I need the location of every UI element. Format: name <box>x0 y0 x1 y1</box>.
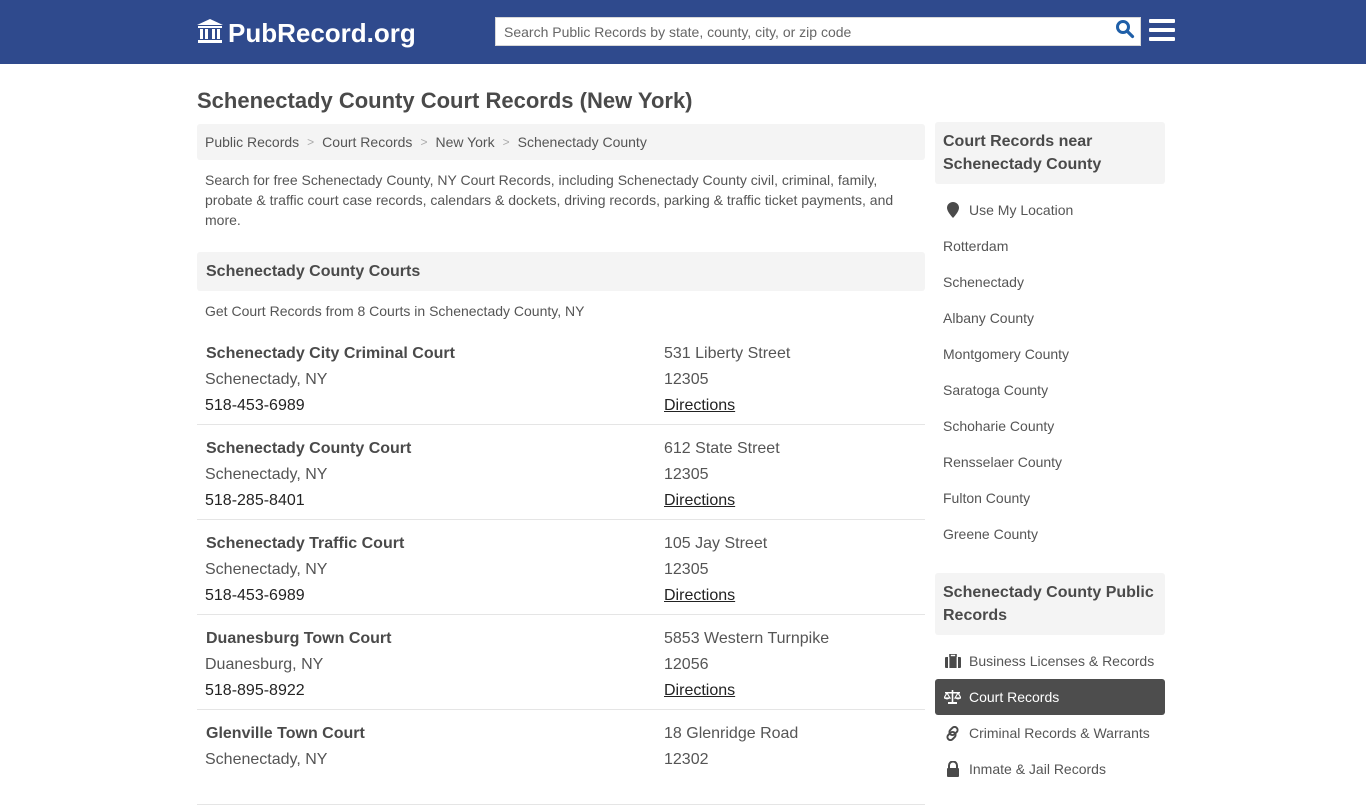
court-name: Schenectady Traffic Court <box>206 535 405 552</box>
court-zip: 12056 <box>664 656 709 673</box>
main-content: Public Records > Court Records > New Yor… <box>197 124 925 805</box>
nearby-link[interactable]: Montgomery County <box>935 336 1165 372</box>
court-records-label: Court Records <box>969 689 1060 705</box>
scale-icon <box>944 689 961 705</box>
inmate-jail-records-label: Inmate & Jail Records <box>969 761 1106 777</box>
court-name: Schenectady City Criminal Court <box>206 345 455 362</box>
hamburger-menu-button[interactable] <box>1149 19 1176 43</box>
breadcrumb-schenectady-county[interactable]: Schenectady County <box>518 134 647 150</box>
directions-link[interactable]: Directions <box>664 492 735 509</box>
breadcrumb-new-york[interactable]: New York <box>435 134 494 150</box>
directions-link[interactable]: Directions <box>664 587 735 604</box>
court-street: 18 Glenridge Road <box>664 725 799 742</box>
breadcrumb-public-records[interactable]: Public Records <box>205 134 299 150</box>
search-icon <box>1115 19 1135 44</box>
courthouse-icon <box>196 18 228 49</box>
breadcrumb-separator: > <box>502 135 510 149</box>
intro-text: Search for free Schenectady County, NY C… <box>205 172 894 228</box>
court-street: 531 Liberty Street <box>664 345 791 362</box>
court-item: Glenville Town Court Schenectady, NY 18 … <box>197 710 925 805</box>
court-city: Schenectady, NY <box>205 466 328 483</box>
court-street: 5853 Western Turnpike <box>664 630 830 647</box>
nearby-link[interactable]: Rotterdam <box>935 228 1165 264</box>
search-input[interactable] <box>496 18 1110 45</box>
court-city: Schenectady, NY <box>205 561 328 578</box>
public-records-list: Business Licenses & Records Court Record… <box>935 643 1165 787</box>
link-icon <box>944 725 961 741</box>
nearby-link[interactable]: Schenectady <box>935 264 1165 300</box>
briefcase-icon <box>944 653 961 669</box>
court-city: Schenectady, NY <box>205 751 328 768</box>
nearby-heading: Court Records near Schenectady County <box>935 122 1165 184</box>
court-street: 105 Jay Street <box>664 535 768 552</box>
breadcrumb-court-records[interactable]: Court Records <box>322 134 412 150</box>
page-title: Schenectady County Court Records (New Yo… <box>197 88 693 113</box>
nearby-link[interactable]: Schoharie County <box>935 408 1165 444</box>
court-name: Duanesburg Town Court <box>206 630 392 647</box>
court-records-link[interactable]: Court Records <box>935 679 1165 715</box>
inmate-jail-records-link[interactable]: Inmate & Jail Records <box>935 751 1165 787</box>
directions-link[interactable]: Directions <box>664 397 735 414</box>
court-item: Schenectady Traffic Court Schenectady, N… <box>197 520 925 615</box>
public-records-heading: Schenectady County Public Records <box>935 573 1165 635</box>
court-name: Glenville Town Court <box>206 725 365 742</box>
menu-bar <box>1149 19 1175 23</box>
court-phone[interactable]: 518-453-6989 <box>205 583 664 609</box>
directions-link[interactable]: Directions <box>664 682 735 699</box>
top-navbar: PubRecord.org <box>0 0 1366 64</box>
business-licenses-label: Business Licenses & Records <box>969 653 1155 669</box>
courts-section-subheading: Get Court Records from 8 Courts in Schen… <box>205 303 585 319</box>
nearby-link[interactable]: Albany County <box>935 300 1165 336</box>
court-zip: 12305 <box>664 466 709 483</box>
nearby-link[interactable]: Fulton County <box>935 480 1165 516</box>
menu-bar <box>1149 37 1175 41</box>
court-zip: 12305 <box>664 561 709 578</box>
court-phone[interactable]: 518-895-8922 <box>205 678 664 704</box>
use-my-location-link[interactable]: Use My Location <box>935 192 1165 228</box>
court-city: Duanesburg, NY <box>205 656 324 673</box>
court-zip: 12305 <box>664 371 709 388</box>
map-marker-icon <box>944 202 961 218</box>
court-item: Schenectady City Criminal Court Schenect… <box>197 330 925 425</box>
breadcrumb: Public Records > Court Records > New Yor… <box>197 124 925 160</box>
nearby-link[interactable]: Greene County <box>935 516 1165 552</box>
criminal-records-label: Criminal Records & Warrants <box>969 725 1150 741</box>
breadcrumb-separator: > <box>307 135 315 149</box>
court-city: Schenectady, NY <box>205 371 328 388</box>
court-street: 612 State Street <box>664 440 780 457</box>
business-licenses-link[interactable]: Business Licenses & Records <box>935 643 1165 679</box>
court-phone[interactable]: 518-453-6989 <box>205 393 664 419</box>
use-my-location-label: Use My Location <box>969 202 1074 218</box>
sidebar: Court Records near Schenectady County Us… <box>935 122 1165 787</box>
breadcrumb-separator: > <box>420 135 428 149</box>
court-name: Schenectady County Court <box>206 440 412 457</box>
nearby-link[interactable]: Rensselaer County <box>935 444 1165 480</box>
lock-icon <box>944 761 961 777</box>
court-zip: 12302 <box>664 751 709 768</box>
site-logo[interactable]: PubRecord.org <box>196 17 416 49</box>
search-button[interactable] <box>1110 18 1140 45</box>
courts-section-heading: Schenectady County Courts <box>197 252 925 291</box>
logo-text: PubRecord.org <box>228 17 416 48</box>
menu-bar <box>1149 28 1175 32</box>
criminal-records-link[interactable]: Criminal Records & Warrants <box>935 715 1165 751</box>
court-list: Schenectady City Criminal Court Schenect… <box>197 330 925 805</box>
nearby-list: Use My Location Rotterdam Schenectady Al… <box>935 192 1165 552</box>
nearby-link[interactable]: Saratoga County <box>935 372 1165 408</box>
search-bar <box>495 17 1141 46</box>
court-phone[interactable]: 518-285-8401 <box>205 488 664 514</box>
court-item: Schenectady County Court Schenectady, NY… <box>197 425 925 520</box>
court-item: Duanesburg Town Court Duanesburg, NY 518… <box>197 615 925 710</box>
